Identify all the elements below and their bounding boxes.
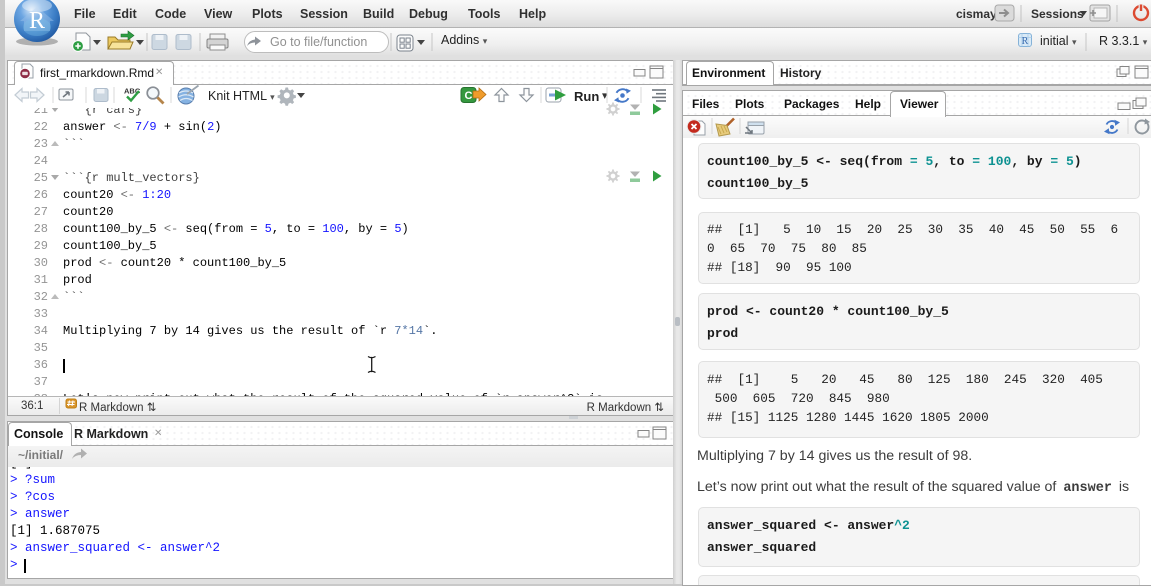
svg-text:R: R	[1022, 36, 1029, 47]
svg-text:R: R	[29, 8, 45, 34]
